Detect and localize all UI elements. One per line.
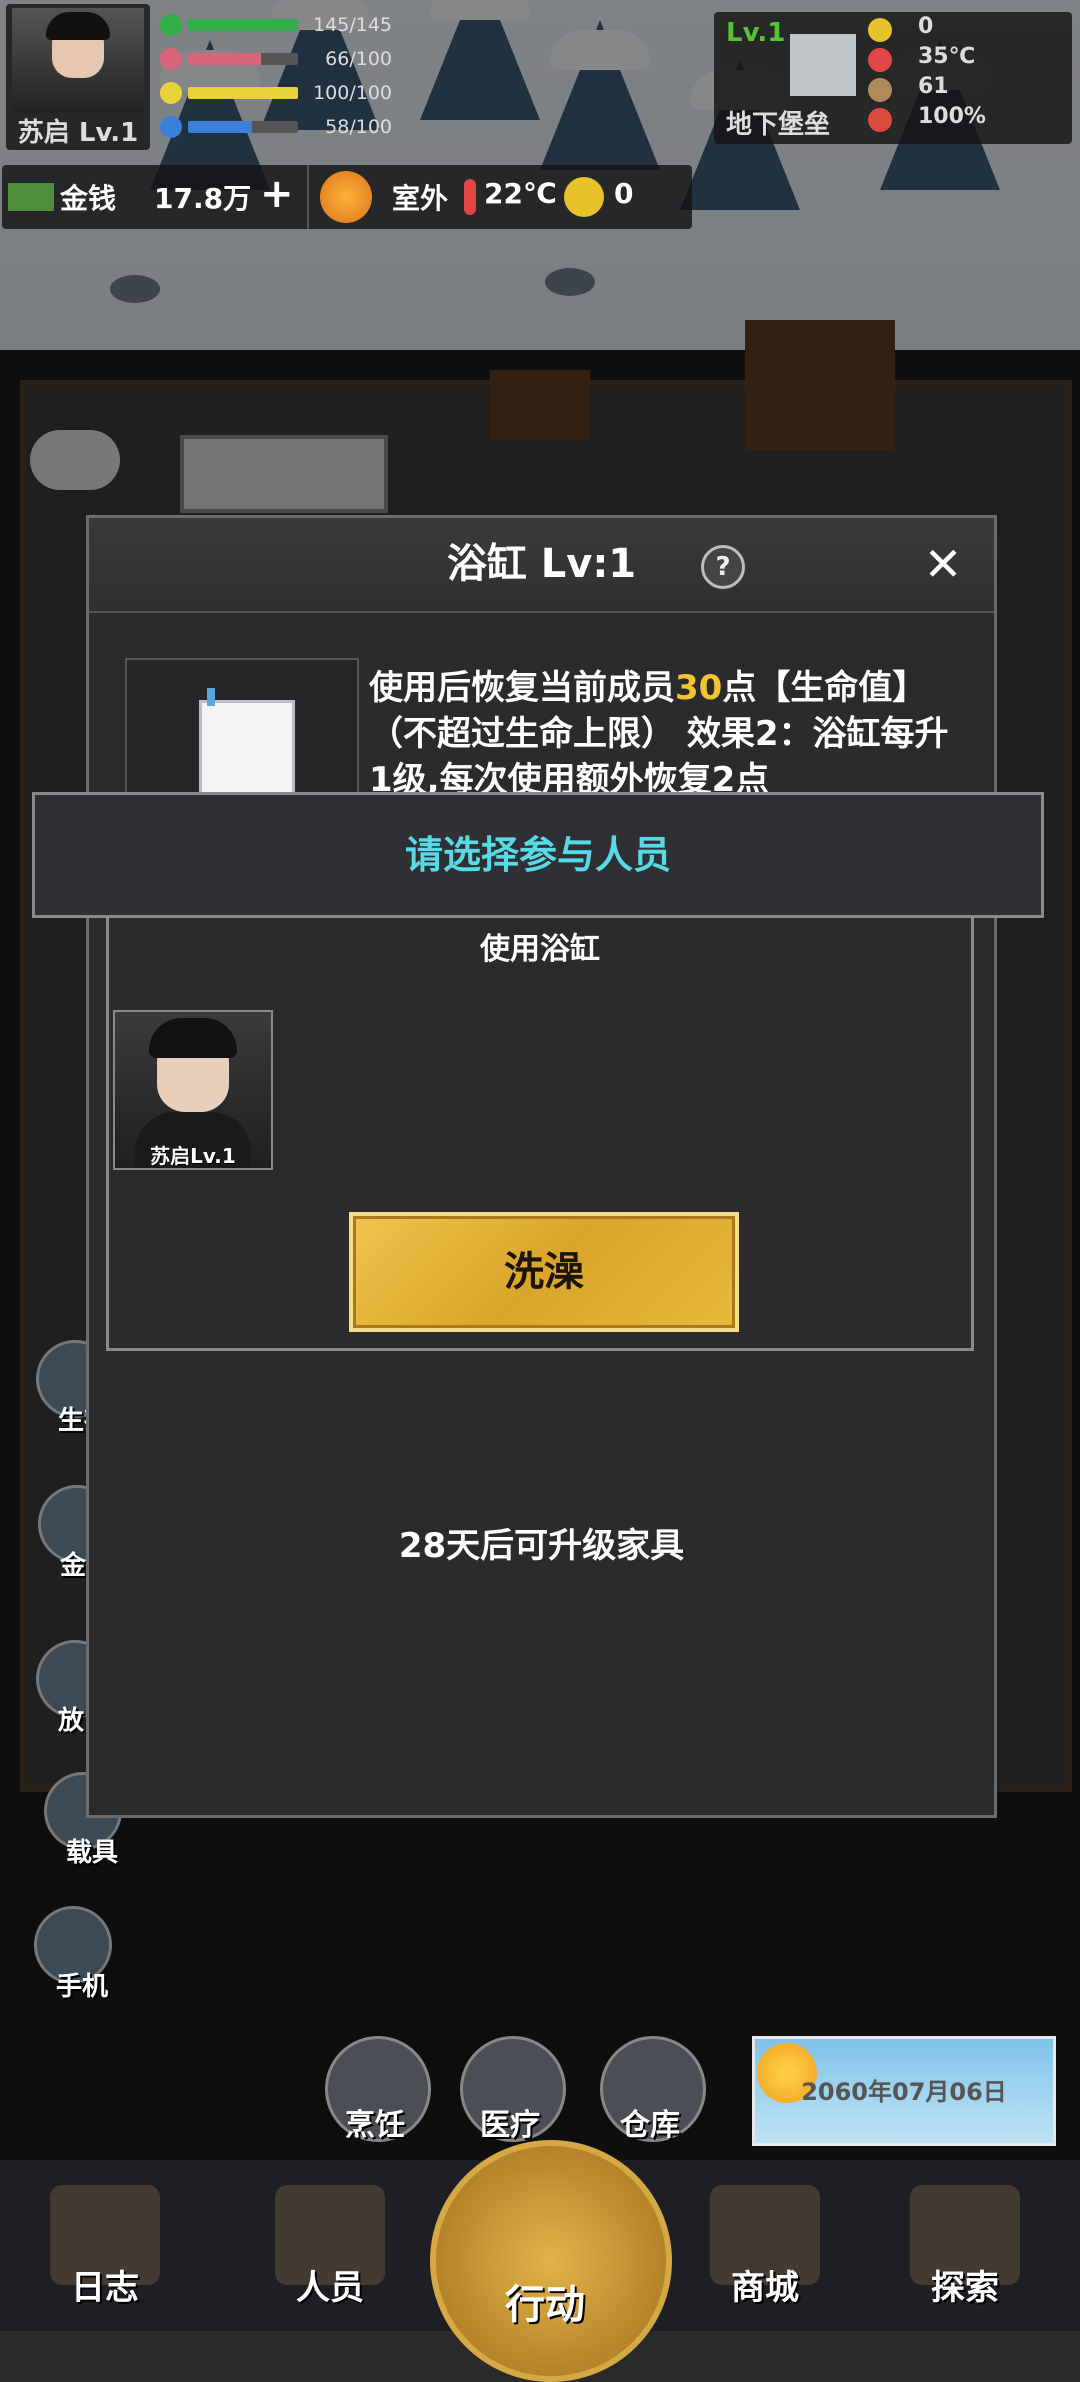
durability-icon [868,108,892,132]
desc-text-1: 使用后恢复当前成员 [369,668,675,708]
stat-value: 145/145 [313,14,392,36]
member-panel: 使用浴缸 苏启Lv.1 洗澡 [106,918,974,1351]
stat-bar-fill [188,19,298,31]
bottom-nav-label[interactable]: 行动 [480,2272,610,2330]
side-menu-label[interactable]: 手机 [56,1966,108,2003]
player-avatar-frame[interactable]: 苏启 Lv.1 [6,4,150,150]
select-member-header: 请选择参与人员 [404,833,671,877]
bottom-nav-label[interactable]: 商城 [700,2260,830,2309]
date-panel[interactable]: 2060年07月06日 [752,2036,1056,2146]
bottom-nav-label[interactable]: 探索 [900,2260,1030,2309]
sun-icon [320,171,372,223]
faucet-icon [207,688,215,706]
bottom-nav-label[interactable]: 人员 [265,2260,395,2309]
stat-row: 58/100 [160,116,392,138]
outside-temp: 22℃ [484,177,557,210]
base-stat-value: 100% [918,104,986,129]
quick-action-label[interactable]: 烹饪 [325,2100,425,2144]
stat-bar [188,19,298,31]
avatar [12,8,144,113]
money-value: 17.8万 [154,182,252,215]
close-icon[interactable]: ✕ [919,540,967,588]
base-level: Lv.1 [726,18,786,48]
thermometer-icon [868,48,892,72]
player-name: 苏启 Lv.1 [17,118,139,148]
member-card[interactable]: 苏启Lv.1 [113,1010,273,1170]
cash-icon [8,183,54,211]
stat-row: 145/145 [160,14,392,36]
upgrade-countdown: 28天后可升级家具 [398,1526,685,1566]
stat-bar-fill [188,53,261,65]
stat-row: 66/100 [160,48,392,70]
bath-button[interactable]: 洗澡 [349,1212,739,1332]
fast-forward-icon[interactable] [430,2140,672,2382]
resource-bar: 金钱 17.8万 + 室外 22℃ 0 [2,165,692,229]
date-text: 2060年07月06日 [801,2078,1007,2106]
add-money-button[interactable]: + [260,171,294,217]
radiation-icon [868,18,892,42]
energy-icon [160,82,182,104]
stomach-icon [160,48,182,70]
base-name: 地下堡垒 [726,110,831,140]
furniture-description: 使用后恢复当前成员30点【生命值】（不超过生命上限） 效果2：浴缸每升1级,每次… [369,665,969,803]
base-stat-value: 0 [918,14,934,39]
stat-bar [188,87,298,99]
money-label: 金钱 [60,182,117,215]
side-menu-label[interactable]: 载具 [66,1832,118,1869]
heart-icon [160,14,182,36]
bottom-nav-label[interactable]: 日志 [40,2260,170,2309]
stat-bar [188,121,298,133]
member-name: 苏启Lv.1 [150,1144,236,1168]
stat-row: 100/100 [160,82,392,104]
water-icon [160,116,182,138]
stat-bar-fill [188,87,298,99]
radiation-icon [564,177,604,217]
stat-bar [188,53,298,65]
outside-radiation: 0 [614,177,634,210]
thermometer-icon [464,179,476,215]
outside-label: 室外 [392,182,449,215]
quick-action-label[interactable]: 仓库 [600,2100,700,2144]
dialog-title: 浴缸 Lv:1 [446,541,637,587]
house-icon [790,34,856,96]
base-stat-value: 35℃ [918,44,976,69]
stat-bar-fill [188,121,252,133]
select-member-bar: 请选择参与人员 [32,792,1044,918]
hair-icon [46,12,110,40]
bath-button-label: 洗澡 [504,1249,584,1295]
base-info-panel[interactable]: Lv.1 地下堡垒 0 35℃ 61 100% [714,12,1072,144]
stat-value: 66/100 [325,48,392,70]
stat-value: 100/100 [313,82,392,104]
side-menu-label[interactable]: 金 [60,1545,86,1582]
help-icon[interactable]: ? [701,545,745,589]
desc-highlight: 30 [675,668,723,708]
side-menu-label[interactable]: 放 [58,1700,84,1737]
materials-icon [868,78,892,102]
stat-value: 58/100 [325,116,392,138]
divider [307,165,309,229]
hair-icon [149,1018,237,1058]
quick-action-label[interactable]: 医疗 [460,2100,560,2144]
panel-title: 使用浴缸 [480,932,600,967]
base-stat-value: 61 [918,74,949,99]
